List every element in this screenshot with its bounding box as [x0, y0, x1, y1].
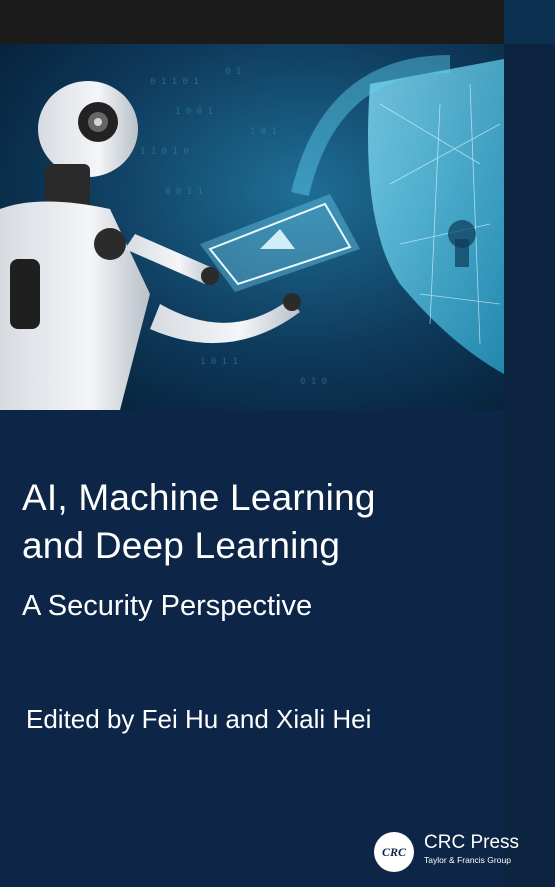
book-editors: Edited by Fei Hu and Xiali Hei — [26, 704, 372, 734]
book-title: AI, Machine Learning and Deep Learning — [22, 474, 376, 570]
top-band — [0, 0, 504, 44]
svg-text:1 1 0 1 0: 1 1 0 1 0 — [140, 147, 189, 157]
publisher-group: Taylor & Francis Group — [424, 855, 511, 865]
crc-logo-icon: CRC — [374, 832, 414, 872]
book-title-line1: AI, Machine Learning — [22, 477, 376, 518]
publisher-block: CRC CRC Press Taylor & Francis Group — [374, 828, 524, 876]
svg-text:1 0 1: 1 0 1 — [250, 127, 277, 137]
svg-text:0 1: 0 1 — [225, 67, 241, 77]
publisher-name: CRC Press — [424, 832, 520, 853]
svg-text:0 1 0: 0 1 0 — [300, 377, 327, 387]
right-band — [504, 0, 555, 887]
book-subtitle: A Security Perspective — [22, 590, 313, 622]
book-cover: 0 1 1 0 1 1 0 0 1 1 1 0 1 0 0 1 1 0 1 0 0 1… — [0, 0, 555, 887]
svg-text:1 0 1 1: 1 0 1 1 — [200, 357, 238, 367]
svg-text:0 0 1 1: 0 0 1 1 — [165, 187, 203, 197]
svg-text:0 1 1 0 1: 0 1 1 0 1 — [150, 77, 199, 87]
cover-illustration: 0 1 1 0 1 1 0 0 1 1 1 0 1 0 0 1 1 0 1 0 0 1… — [0, 44, 504, 410]
book-title-line2: and Deep Learning — [22, 525, 341, 566]
svg-text:1 0 0 1: 1 0 0 1 — [175, 107, 213, 117]
